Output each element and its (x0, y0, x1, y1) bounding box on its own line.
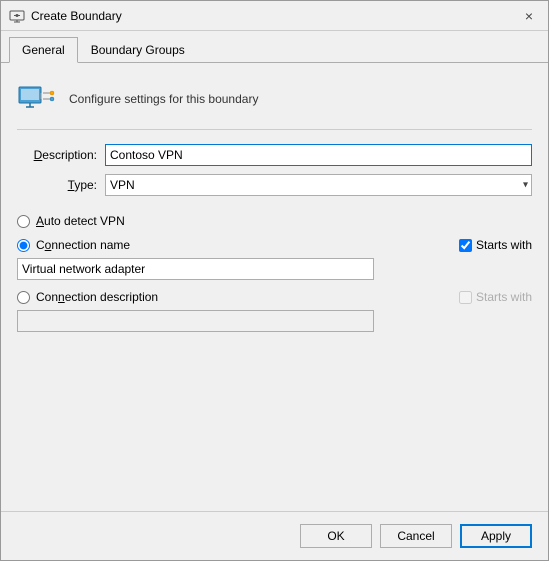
connection-name-radio[interactable] (17, 239, 30, 252)
form-section: Description: Type: VPN IP address range … (17, 144, 532, 196)
starts-with-disabled-row: Starts with (459, 290, 532, 304)
connection-name-input[interactable] (17, 258, 374, 280)
tab-general[interactable]: General (9, 37, 78, 63)
auto-detect-row: Auto detect VPN (17, 214, 532, 228)
connection-desc-label[interactable]: Connection description (36, 290, 158, 304)
options-section: Auto detect VPN Connection name Starts w… (17, 210, 532, 332)
title-bar: Create Boundary × (1, 1, 548, 31)
connection-description-section: Connection description Starts with (17, 290, 532, 332)
type-label: Type: (17, 178, 97, 192)
close-button[interactable]: × (518, 5, 540, 27)
network-boundary-icon (17, 79, 57, 119)
type-select[interactable]: VPN IP address range IPv6 prefix Active … (105, 174, 532, 196)
dialog-title-icon (9, 8, 25, 24)
title-bar-left: Create Boundary (9, 8, 122, 24)
tab-boundary-groups[interactable]: Boundary Groups (78, 37, 198, 63)
description-label: Description: (17, 148, 97, 162)
connection-desc-radio[interactable] (17, 291, 30, 304)
tab-bar: General Boundary Groups (1, 31, 548, 63)
main-content: Configure settings for this boundary Des… (1, 63, 548, 511)
connection-name-label[interactable]: Connection name (36, 238, 130, 252)
cancel-button[interactable]: Cancel (380, 524, 452, 548)
footer: OK Cancel Apply (1, 511, 548, 560)
ok-button[interactable]: OK (300, 524, 372, 548)
header-section: Configure settings for this boundary (17, 79, 532, 130)
header-description: Configure settings for this boundary (69, 92, 258, 106)
connection-name-row: Connection name Starts with (17, 238, 532, 252)
connection-desc-radio-left: Connection description (17, 290, 158, 304)
connection-name-radio-left: Connection name (17, 238, 130, 252)
connection-name-section: Connection name Starts with (17, 238, 532, 280)
starts-with-desc-checkbox[interactable] (459, 291, 472, 304)
connection-desc-row: Connection description Starts with (17, 290, 532, 304)
dialog: Create Boundary × General Boundary Group… (0, 0, 549, 561)
starts-with-checkbox[interactable] (459, 239, 472, 252)
apply-button[interactable]: Apply (460, 524, 532, 548)
auto-detect-label[interactable]: Auto detect VPN (36, 214, 125, 228)
description-input[interactable] (105, 144, 532, 166)
description-row: Description: (17, 144, 532, 166)
starts-with-desc-label: Starts with (476, 290, 532, 304)
dialog-title: Create Boundary (31, 9, 122, 23)
connection-desc-input[interactable] (17, 310, 374, 332)
starts-with-checkbox-row: Starts with (459, 238, 532, 252)
type-row: Type: VPN IP address range IPv6 prefix A… (17, 174, 532, 196)
auto-detect-radio[interactable] (17, 215, 30, 228)
starts-with-label[interactable]: Starts with (476, 238, 532, 252)
type-select-wrapper: VPN IP address range IPv6 prefix Active … (105, 174, 532, 196)
